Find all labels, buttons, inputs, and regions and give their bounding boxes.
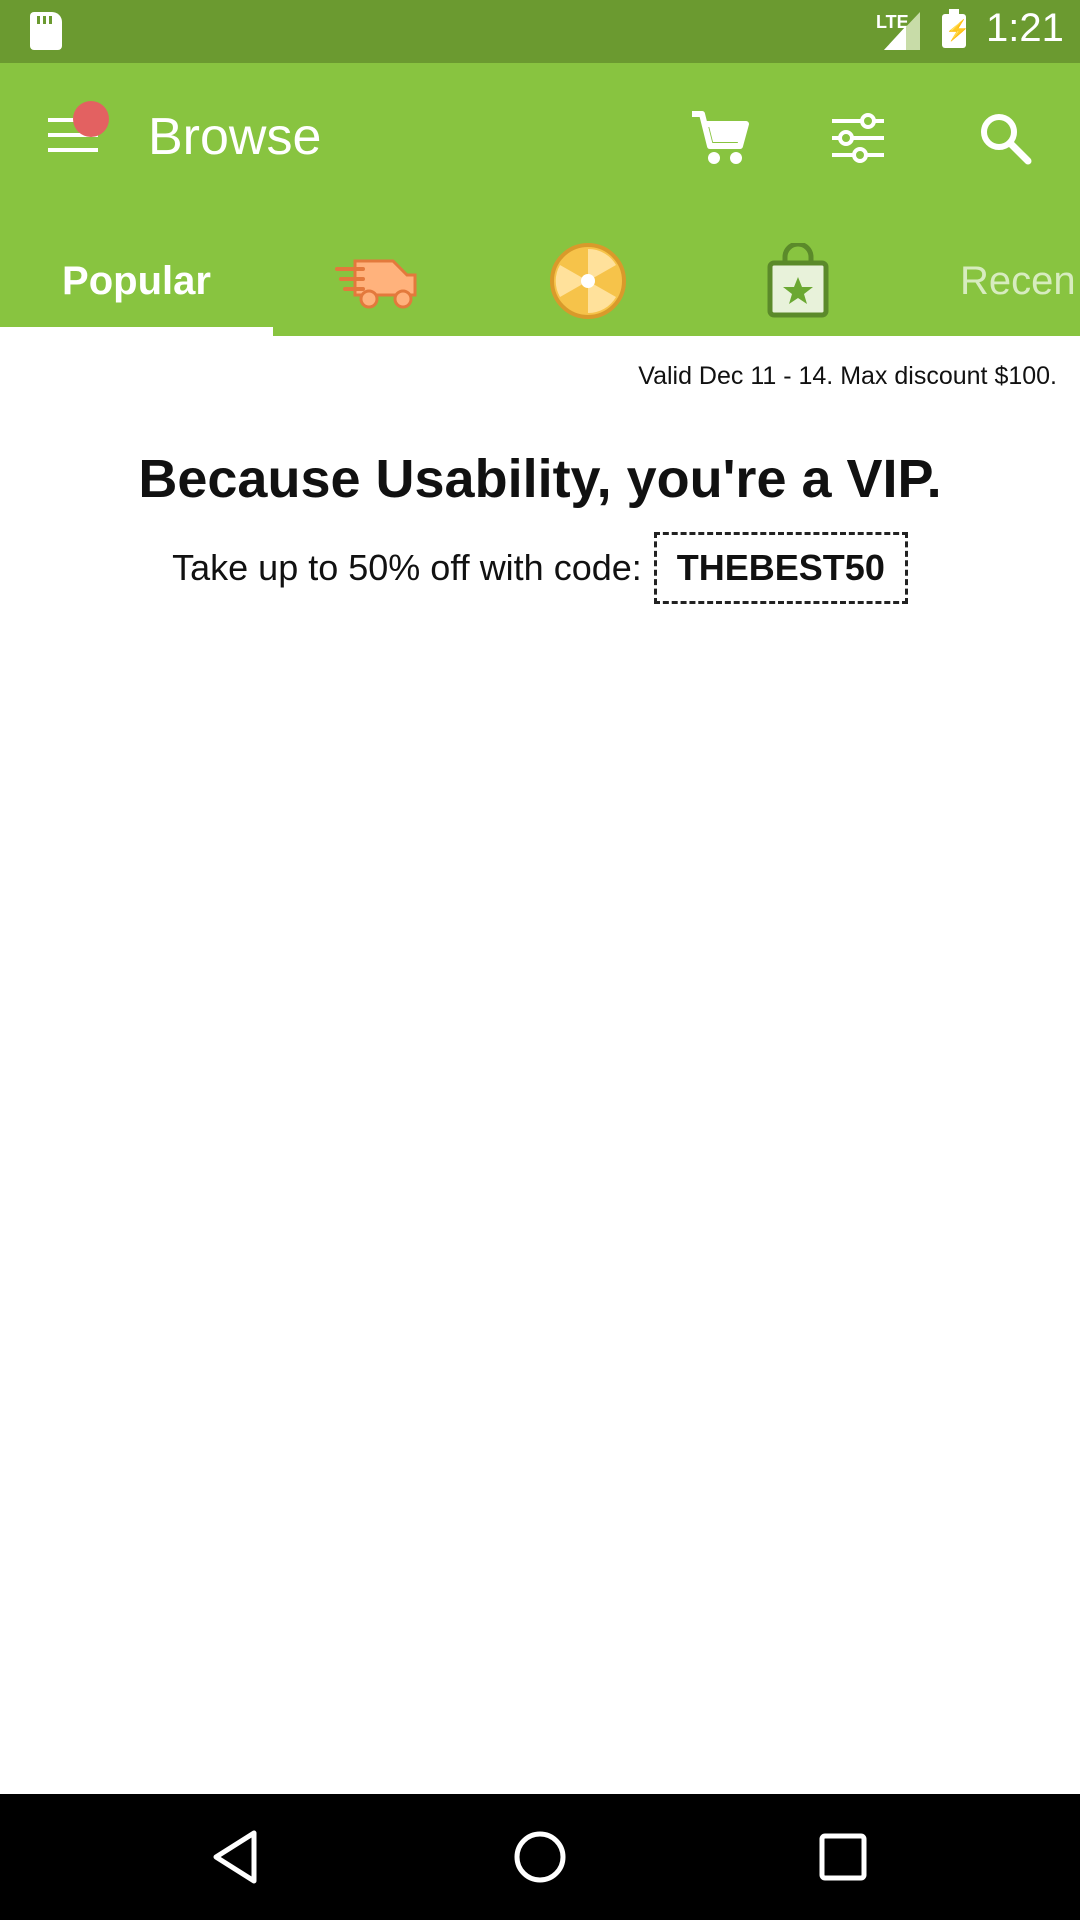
status-time: 1:21 (986, 6, 1064, 50)
promo-code-row: Take up to 50% off with code: THEBEST50 (0, 532, 1080, 604)
color-wheel-icon (550, 243, 626, 319)
promo-description: Take up to 50% off with code: (172, 547, 642, 588)
tab-color-wheel[interactable] (483, 226, 693, 336)
category-tab-bar: Popular Recen (0, 226, 1080, 336)
page-title: Browse (148, 108, 322, 166)
tab-popular-label: Popular (62, 258, 211, 303)
signal-strength-fill (884, 26, 906, 50)
tab-recent[interactable]: Recen (960, 226, 1080, 336)
sd-card-icon (30, 12, 62, 50)
status-bar: LTE 1:21 (0, 0, 1080, 63)
tab-delivery[interactable] (273, 226, 483, 336)
filter-icon[interactable] (823, 103, 893, 173)
recents-icon[interactable] (808, 1822, 878, 1892)
battery-charging-icon (942, 9, 970, 48)
notification-dot (73, 101, 109, 137)
home-icon[interactable] (505, 1822, 575, 1892)
system-nav-bar (0, 1794, 1080, 1920)
app-bar: Browse (0, 63, 1080, 226)
back-icon[interactable] (200, 1822, 270, 1892)
selected-tab-indicator (0, 327, 273, 336)
promo-title: Because Usability, you're a VIP. (138, 449, 942, 509)
tab-recent-label: Recen (960, 258, 1076, 303)
cart-icon[interactable] (685, 103, 755, 173)
promo-code-badge[interactable]: THEBEST50 (653, 532, 908, 604)
search-icon[interactable] (970, 103, 1040, 173)
tab-shopping-bag[interactable] (693, 226, 903, 336)
tab-popular[interactable]: Popular (0, 226, 273, 336)
promo-validity: Valid Dec 11 - 14. Max discount $100. (638, 362, 1057, 390)
shopping-bag-star-icon (767, 243, 829, 318)
delivery-truck-icon (335, 259, 417, 309)
